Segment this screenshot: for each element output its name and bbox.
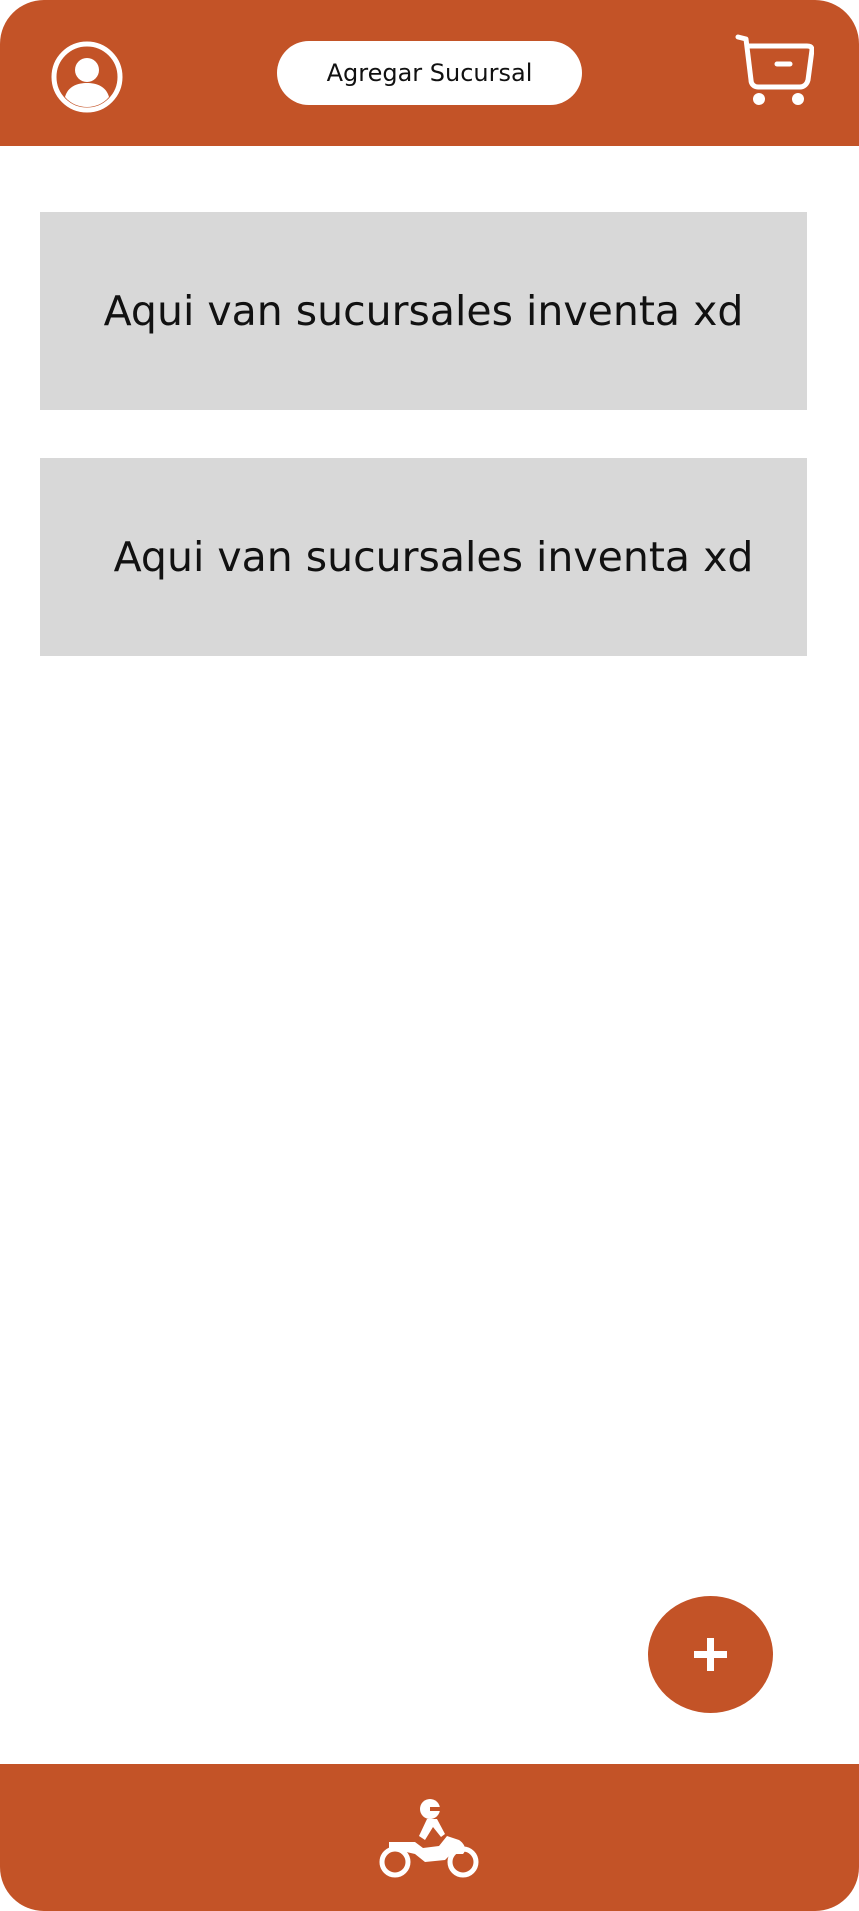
add-fab-button[interactable]: [648, 1596, 773, 1713]
add-branch-button[interactable]: Agregar Sucursal: [277, 41, 582, 105]
branch-card-label: Aqui van sucursales inventa xd: [103, 287, 744, 335]
profile-button[interactable]: [50, 40, 124, 114]
delivery-motorcycle-icon: [379, 1799, 479, 1878]
plus-icon: [694, 1638, 727, 1671]
bottom-bar: [0, 1764, 859, 1911]
branch-card[interactable]: Aqui van sucursales inventa xd: [40, 212, 807, 410]
shopping-cart-icon: [735, 34, 815, 105]
user-circle-icon: [51, 41, 123, 113]
branch-card[interactable]: Aqui van sucursales inventa xd: [40, 458, 807, 656]
top-bar: Agregar Sucursal: [0, 0, 859, 146]
app-screen: Agregar Sucursal Aqui van sucursales inv…: [0, 0, 859, 1911]
branch-card-label: Aqui van sucursales inventa xd: [113, 533, 754, 581]
delivery-nav-button[interactable]: [375, 1796, 485, 1884]
cart-button[interactable]: [734, 32, 815, 106]
